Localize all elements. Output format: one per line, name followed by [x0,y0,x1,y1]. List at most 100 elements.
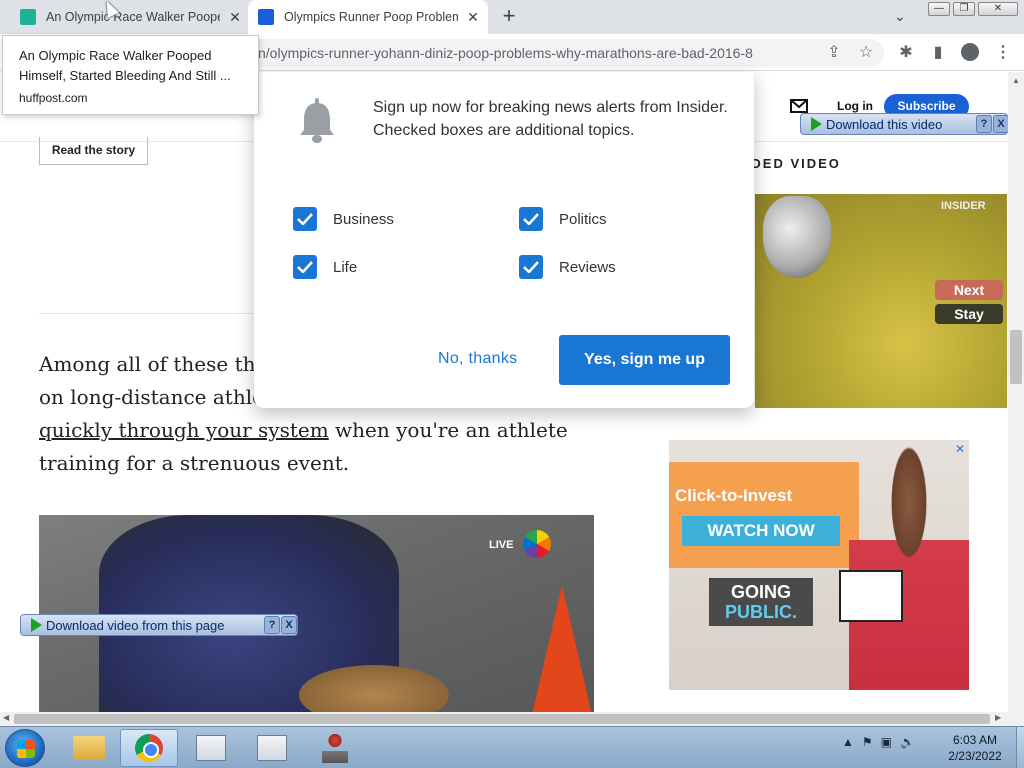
ad-watch-now-button[interactable]: WATCH NOW [682,516,840,546]
topic-label: Reviews [559,258,616,276]
tab-title: An Olympic Race Walker Pooped [46,10,220,24]
window-close-button[interactable]: ✕ [978,2,1018,16]
article-text: when you're an athlete [328,418,568,442]
bookmark-star-icon[interactable]: ☆ [856,42,876,62]
window-maximize-button[interactable]: ❐ [953,2,975,16]
close-icon[interactable]: X [281,616,297,634]
download-video-label[interactable]: Download this video [826,117,942,132]
taskbar: ▲ ⚑ ▣ 🔈 6:03 AM 2/23/2022 [0,726,1024,768]
tab-insider[interactable]: Olympics Runner Poop Problems ✕ [248,0,488,34]
taskbar-clock[interactable]: 6:03 AM 2/23/2022 [940,732,1010,764]
topic-label: Life [333,258,358,276]
taskbar-chrome[interactable] [120,729,178,767]
play-icon [31,618,42,632]
taskbar-explorer[interactable] [60,729,118,767]
url-text[interactable]: n/olympics-runner-yohann-diniz-poop-prob… [258,45,753,61]
hover-card-title: An Olympic Race Walker Pooped Himself, S… [19,48,231,83]
topic-checkbox-politics[interactable]: Politics [519,207,607,231]
tab-search-chevron-icon[interactable]: ⌄ [894,8,906,25]
bell-icon [300,98,334,143]
close-icon[interactable]: X [993,115,1009,133]
extensions-puzzle-icon[interactable]: ✱ [896,42,916,62]
ad-show-logo: GOING PUBLIC. [709,578,813,626]
download-video-bar[interactable]: Download this video ? X [800,113,1009,135]
folder-icon [73,736,105,760]
clock-date: 2/23/2022 [948,749,1002,763]
recommended-video-heading: NDED VIDEO [740,156,841,171]
video-next-button[interactable]: Next [935,280,1003,300]
vertical-scrollbar[interactable]: ▲ [1008,72,1024,712]
checkbox-checked-icon[interactable] [293,207,317,231]
taskbar-app[interactable] [243,729,301,767]
window-app-icon [257,735,287,761]
help-icon[interactable]: ? [264,616,280,634]
insider-watermark: INSIDER [941,200,986,212]
ad-close-icon[interactable]: ✕ [955,442,965,456]
read-story-button[interactable]: Read the story [39,137,148,165]
tab-title: Olympics Runner Poop Problems [284,10,458,24]
windows-logo-icon [17,740,35,758]
scrollbar-thumb[interactable] [14,714,990,724]
news-alerts-modal: Sign up now for breaking news alerts fro… [254,72,754,408]
help-icon[interactable]: ? [976,115,992,133]
login-link[interactable]: Log in [837,99,873,113]
mail-icon[interactable] [790,99,808,113]
checkbox-checked-icon[interactable] [293,255,317,279]
checkbox-checked-icon[interactable] [519,207,543,231]
show-desktop-button[interactable] [1016,727,1024,768]
advertisement[interactable]: Click-to-Invest WATCH NOW GOING PUBLIC. … [669,440,969,690]
horizontal-scrollbar[interactable]: ◀ ▶ [0,712,1008,726]
system-tray: ▲ ⚑ ▣ 🔈 [842,735,915,749]
taskbar-app[interactable] [306,729,364,767]
no-thanks-button[interactable]: No, thanks [438,350,517,368]
scroll-up-icon[interactable]: ▲ [1012,76,1020,85]
article-link[interactable]: quickly through your system [39,418,329,442]
modal-message: Sign up now for breaking news alerts fro… [373,99,728,139]
topic-checkbox-reviews[interactable]: Reviews [519,255,616,279]
volume-icon[interactable]: 🔈 [900,735,915,749]
joystick-icon [322,733,348,763]
scrollbar-thumb[interactable] [1010,330,1022,384]
hover-card-domain: huffpost.com [19,91,88,105]
profile-avatar-icon[interactable] [960,42,980,62]
action-center-flag-icon[interactable]: ⚑ [862,735,873,749]
traffic-cone [532,585,592,712]
tab-close-icon[interactable]: ✕ [464,8,482,26]
ad-headline: Click-to-Invest [675,486,793,505]
video-stay-button[interactable]: Stay [935,304,1003,324]
scroll-left-icon[interactable]: ◀ [3,713,9,722]
show-hidden-icons-icon[interactable]: ▲ [842,735,854,749]
window-app-icon [196,735,226,761]
tab-hover-card: An Olympic Race Walker Pooped Himself, S… [2,35,259,115]
article-line: training for a strenuous event. [39,451,350,475]
video-thumbnail [763,196,831,278]
chrome-icon [135,734,163,762]
ad-show-line: PUBLIC. [725,602,797,622]
recommended-video-player[interactable]: INSIDER Next Stay [755,194,1007,408]
clapperboard-image [839,570,903,622]
address-bar[interactable]: n/olympics-runner-yohann-diniz-poop-prob… [250,39,884,67]
browser-menu-icon[interactable]: ⋮ [993,42,1013,62]
tab-close-icon[interactable]: ✕ [226,8,244,26]
network-icon[interactable]: ▣ [881,735,892,749]
share-icon[interactable]: ⇪ [824,42,844,62]
download-video-label[interactable]: Download video from this page [46,618,225,633]
live-badge: LIVE [489,539,514,551]
ad-show-line: GOING [730,582,791,602]
topic-checkbox-business[interactable]: Business [293,207,394,231]
window-minimize-button[interactable]: — [928,2,950,16]
article-line: quickly through your system when you're … [39,414,599,447]
play-icon [811,117,822,131]
tab-huffpost[interactable]: An Olympic Race Walker Pooped ✕ [10,0,246,34]
sign-up-button[interactable]: Yes, sign me up [559,335,730,385]
side-panel-icon[interactable]: ▮ [928,42,948,62]
taskbar-app[interactable] [182,729,240,767]
download-page-video-bar[interactable]: Download video from this page ? X [20,614,298,636]
new-tab-button[interactable]: + [498,5,520,28]
checkbox-checked-icon[interactable] [519,255,543,279]
topic-checkbox-life[interactable]: Life [293,255,357,279]
scroll-right-icon[interactable]: ▶ [995,713,1001,722]
start-button[interactable] [5,729,45,767]
clock-time: 6:03 AM [952,733,998,747]
topic-label: Politics [559,210,607,228]
